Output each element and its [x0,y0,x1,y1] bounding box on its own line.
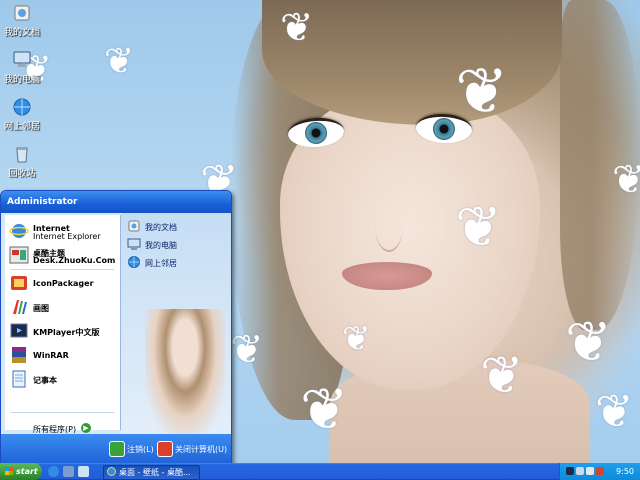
butterfly-icon: ❦ [565,310,612,375]
iconpackager-icon [11,276,27,290]
tray-security-icon[interactable] [596,467,604,475]
desktop-icon-recycle-bin[interactable]: 回收站 [0,143,52,179]
taskbar-window-title: 桌面 - 壁纸 - 桌酷... [119,468,191,477]
quicklaunch-media-icon[interactable] [63,466,74,477]
butterfly-icon: ❦ [595,384,634,438]
desktop-icon-label: 我的电脑 [3,75,40,85]
network-places-icon [13,98,31,116]
winrar-icon [12,347,26,363]
start-item-winrar[interactable]: WinRAR [9,345,119,367]
start-item-title: 画图 [33,304,49,313]
start-menu-divider [11,269,114,270]
start-item-subtitle: Desk.ZhuoKu.Com [33,256,116,265]
place-my-computer[interactable]: 我的电脑 [127,237,227,253]
user-picture [145,309,225,437]
start-item-kmplayer[interactable]: KMPlayer中文版 [9,321,119,343]
tray-app-icon[interactable] [566,467,574,475]
start-button[interactable]: start [0,463,42,480]
start-item-subtitle: Internet Explorer [33,232,101,241]
start-menu-user-name: Administrator [1,191,231,213]
kmplayer-icon [10,323,28,338]
start-item-internet[interactable]: Internet Internet Explorer [9,221,119,243]
place-label: 我的电脑 [145,241,177,250]
place-label: 网上邻居 [145,259,177,268]
clock: 9:50 [616,467,634,476]
notepad-icon [12,370,26,388]
internet-explorer-icon [107,467,116,476]
key-icon [109,441,125,457]
start-item-title: IconPackager [33,279,94,288]
butterfly-icon: ❦ [612,157,640,203]
start-menu-programs-pane: Internet Internet Explorer 桌酷主题 Desk.Zhu… [5,215,121,430]
system-tray: 9:50 [559,463,640,480]
butterfly-icon: ❦ [480,346,524,406]
tray-volume-icon[interactable] [586,467,594,475]
network-places-icon [128,256,140,268]
butterfly-icon: ❦ [230,327,264,373]
desktop-icon-my-computer[interactable]: 我的电脑 [0,49,52,85]
place-label: 我的文档 [145,223,177,232]
start-menu: Administrator Internet Internet Explorer… [0,190,232,465]
butterfly-icon: ❦ [300,375,349,443]
butterfly-icon: ❦ [455,55,509,129]
place-network-places[interactable]: 网上邻居 [127,255,227,271]
my-computer-icon [13,51,31,67]
butterfly-icon: ❦ [280,5,314,51]
quicklaunch-desktop-icon[interactable] [78,466,89,477]
taskbar-window-button[interactable]: 桌面 - 壁纸 - 桌酷... [103,465,200,480]
butterfly-icon: ❦ [104,41,135,82]
desktop-icon-label: 我的文档 [3,28,40,38]
quicklaunch-ie-icon[interactable] [48,466,59,477]
windows-logo-icon [5,467,13,475]
arrow-right-icon: ▶ [81,423,91,433]
zhuoku-theme-icon [9,246,29,264]
my-documents-icon [14,5,30,21]
wallpaper-nose [375,200,403,252]
desktop-icon-my-documents[interactable]: 我的文档 [0,2,52,38]
internet-explorer-icon [9,224,29,238]
place-my-documents[interactable]: 我的文档 [127,219,227,235]
start-item-zhuoku[interactable]: 桌酷主题 Desk.ZhuoKu.Com [9,245,119,267]
start-item-title: KMPlayer中文版 [33,328,100,337]
power-icon [157,441,173,457]
desktop-icon-network-places[interactable]: 网上邻居 [0,96,52,132]
desktop-icon-label: 网上邻居 [3,122,40,132]
start-menu-places-pane: 我的文档 我的电脑 网上邻居 [121,213,231,437]
start-menu-divider [11,412,114,413]
taskbar: start 桌面 - 壁纸 - 桌酷... 9:50 [0,463,640,480]
my-documents-icon [128,220,140,232]
logoff-label: 注销(L) [127,445,154,454]
start-item-title: 记事本 [33,376,57,385]
start-item-iconpackager[interactable]: IconPackager [9,273,119,295]
paint-icon [13,300,27,314]
tray-network-icon[interactable] [576,467,584,475]
desktop-icon-label: 回收站 [8,169,36,179]
start-item-notepad[interactable]: 记事本 [9,369,119,391]
start-menu-footer: 注销(L) 关闭计算机(U) [1,434,231,464]
start-item-title: WinRAR [33,351,69,360]
butterfly-icon: ❦ [342,319,371,359]
start-button-label: start [16,467,38,476]
shutdown-label: 关闭计算机(U) [175,445,228,454]
butterfly-icon: ❦ [455,195,502,260]
recycle-bin-icon [16,147,28,163]
my-computer-icon [127,238,141,250]
start-item-paint[interactable]: 画图 [9,297,119,319]
